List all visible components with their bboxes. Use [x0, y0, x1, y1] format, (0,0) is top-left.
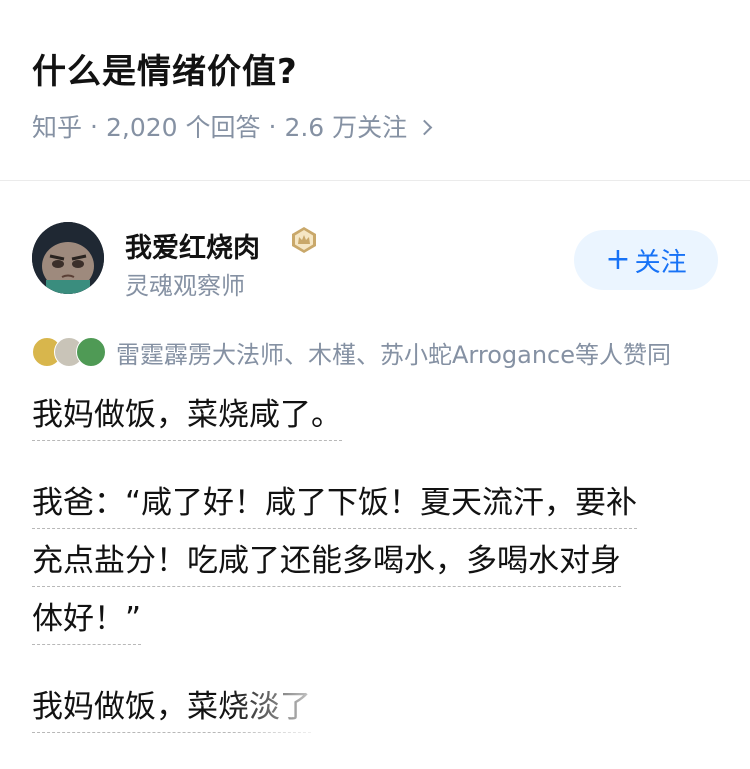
follow-label: 关注 [634, 247, 687, 278]
paragraph-line: 我爸：“咸了好！咸了下饭！夏天流汗，要补 [32, 478, 638, 529]
plus-icon: + [605, 242, 631, 277]
paragraph-line: 我妈做饭，菜烧咸了。 [32, 390, 342, 441]
paragraph-line: 充点盐分！吃咸了还能多喝水，多喝水对身 [32, 536, 621, 587]
avatar[interactable] [32, 222, 104, 294]
follow-button[interactable]: + 关注 [574, 230, 718, 290]
voters-text: 雷霆霹雳大法师、木槿、苏小蛇Arrogance等人赞同 [116, 340, 671, 369]
divider [0, 180, 750, 181]
author-name[interactable]: 我爱红烧肉 [125, 226, 260, 265]
author-row: 我爱红烧肉 灵魂观察师 + 关注 [32, 222, 722, 300]
crown-badge-icon[interactable] [290, 226, 318, 254]
voter-avatar [76, 337, 106, 367]
follower-count: 2.6 万关注 [284, 113, 408, 142]
author-title: 灵魂观察师 [125, 272, 245, 300]
answer-count: 2,020 个回答 [105, 113, 261, 142]
answer-content[interactable]: 我妈做饭，菜烧咸了。 我爸：“咸了好！咸了下饭！夏天流汗，要补 充点盐分！吃咸了… [32, 386, 722, 736]
voter-avatars [32, 337, 106, 367]
source-label: 知乎 [32, 113, 83, 142]
question-title[interactable]: 什么是情绪价值? [32, 44, 298, 93]
question-header[interactable]: 什么是情绪价值? 知乎 · 2,020 个回答 · 2.6 万关注 [0, 0, 750, 180]
paragraph: 我爸：“咸了好！咸了下饭！夏天流汗，要补 充点盐分！吃咸了还能多喝水，多喝水对身… [32, 474, 722, 648]
paragraph: 我妈做饭，菜烧淡了 [32, 678, 722, 736]
paragraph-line: 体好！” [32, 594, 142, 645]
separator-dot: · [90, 111, 98, 141]
paragraph: 我妈做饭，菜烧咸了。 [32, 386, 722, 444]
question-meta[interactable]: 知乎 · 2,020 个回答 · 2.6 万关注 [32, 108, 433, 144]
chevron-right-icon [416, 119, 433, 135]
voters-row[interactable]: 雷霆霹雳大法师、木槿、苏小蛇Arrogance等人赞同 [32, 334, 671, 370]
separator-dot: · [268, 111, 277, 141]
paragraph-line: 我妈做饭，菜烧淡了 [32, 682, 311, 733]
